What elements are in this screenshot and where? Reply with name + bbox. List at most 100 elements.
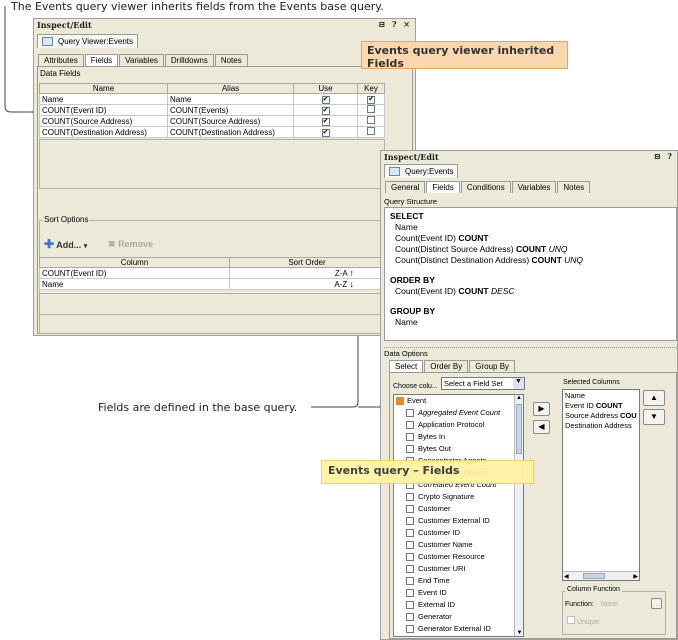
selected-columns-list[interactable]: Name Event ID COUNT Source Address COU D…	[562, 389, 640, 581]
col-sort-column[interactable]: Column	[39, 257, 230, 268]
field-checkbox[interactable]	[406, 433, 414, 442]
window-controls-icon[interactable]: ⊟ ?	[654, 151, 674, 161]
table-row[interactable]: COUNT(Event ID) Z-A ↑	[39, 267, 385, 279]
field-item[interactable]: Customer Name	[406, 539, 523, 551]
col-key[interactable]: Key	[357, 83, 385, 94]
chevron-down-icon[interactable]: ▼	[513, 378, 524, 389]
tab-attributes[interactable]: Attributes	[38, 54, 84, 66]
field-checkbox[interactable]	[406, 601, 414, 610]
tab-fields[interactable]: Fields	[426, 181, 460, 193]
col-alias[interactable]: Alias	[167, 83, 294, 94]
move-down-button[interactable]: ▼	[643, 409, 665, 425]
field-checkbox[interactable]	[406, 589, 414, 598]
subtab-order-by[interactable]: Order By	[424, 360, 469, 372]
tab-drilldowns[interactable]: Drilldowns	[164, 54, 214, 66]
tab-fields[interactable]: Fields	[84, 54, 119, 66]
key-checkbox[interactable]	[367, 105, 375, 113]
table-row[interactable]: COUNT(Destination Address) COUNT(Destina…	[39, 126, 385, 138]
function-picker-button[interactable]: …	[651, 598, 662, 609]
field-checkbox[interactable]	[406, 493, 414, 502]
field-checkbox[interactable]	[406, 565, 414, 574]
scroll-thumb[interactable]	[516, 404, 522, 454]
remove-button[interactable]: ✖ Remove	[108, 239, 153, 250]
query-doc-tab[interactable]: Query:Events	[384, 164, 459, 178]
field-item[interactable]: Customer Resource	[406, 551, 523, 563]
selected-item[interactable]: Destination Address	[565, 421, 637, 431]
scroll-up-icon[interactable]: ▲	[515, 395, 523, 401]
move-up-button[interactable]: ▲	[643, 390, 665, 406]
field-item[interactable]: Customer URI	[406, 563, 523, 575]
cell-name[interactable]: Name	[39, 93, 168, 105]
subtab-group-by[interactable]: Group By	[469, 360, 516, 372]
field-checkbox[interactable]	[406, 553, 414, 562]
unique-checkbox[interactable]	[567, 616, 575, 624]
field-tree-scrollbar[interactable]: ▲ ▼	[514, 395, 523, 636]
use-checkbox[interactable]: ✔	[321, 96, 330, 104]
tab-conditions[interactable]: Conditions	[460, 181, 511, 193]
tree-root[interactable]: Event	[394, 395, 523, 407]
selected-hscrollbar[interactable]: ◀ ▶	[563, 571, 639, 580]
cell-name[interactable]: COUNT(Event ID)	[39, 104, 168, 116]
col-name[interactable]: Name	[39, 83, 168, 94]
unique-option[interactable]: Unique	[567, 616, 599, 626]
function-value[interactable]: None	[601, 601, 618, 608]
field-item[interactable]: Customer ID	[406, 527, 523, 539]
field-item[interactable]: External ID	[406, 599, 523, 611]
cell-name[interactable]: COUNT(Source Address)	[39, 115, 168, 127]
scroll-down-icon[interactable]: ▼	[515, 630, 523, 636]
cell-sort-order[interactable]: A-Z ↓	[229, 278, 385, 290]
field-item[interactable]: Application Protocol	[406, 419, 523, 431]
field-checkbox[interactable]	[406, 577, 414, 586]
table-row[interactable]: Name A-Z ↓	[39, 278, 385, 290]
table-row[interactable]: COUNT(Event ID) COUNT(Events) ✔	[39, 104, 385, 116]
viewer-doc-tab[interactable]: Query Viewer:Events	[37, 34, 138, 48]
tab-variables[interactable]: Variables	[119, 54, 164, 66]
field-item[interactable]: Bytes Out	[406, 443, 523, 455]
field-checkbox[interactable]	[406, 529, 414, 538]
cell-sort-column[interactable]: COUNT(Event ID)	[39, 267, 230, 279]
key-checkbox[interactable]	[367, 127, 375, 135]
key-checkbox[interactable]: ✔	[367, 96, 375, 104]
field-checkbox[interactable]	[406, 613, 414, 622]
field-item[interactable]: Customer	[406, 503, 523, 515]
field-item[interactable]: Crypto Signature	[406, 491, 523, 503]
field-item[interactable]: Generator External ID	[406, 623, 523, 635]
field-checkbox[interactable]	[406, 505, 414, 514]
scroll-left-icon[interactable]: ◀	[564, 572, 569, 580]
field-checkbox[interactable]	[406, 421, 414, 430]
field-set-select[interactable]: Select a Field Set ▼	[441, 377, 525, 390]
use-checkbox[interactable]: ✔	[321, 118, 330, 126]
col-sort-order[interactable]: Sort Order	[229, 257, 385, 268]
cell-alias[interactable]: COUNT(Events)	[167, 104, 294, 116]
use-checkbox[interactable]: ✔	[321, 107, 330, 115]
field-item[interactable]: End Time	[406, 575, 523, 587]
scroll-right-icon[interactable]: ▶	[633, 572, 638, 580]
field-checkbox[interactable]	[406, 409, 414, 418]
use-checkbox[interactable]: ✔	[321, 129, 330, 137]
subtab-select[interactable]: Select	[389, 360, 424, 372]
field-checkbox[interactable]	[406, 517, 414, 526]
move-right-button[interactable]: ▶	[533, 402, 550, 416]
key-checkbox[interactable]	[367, 116, 375, 124]
tab-variables[interactable]: Variables	[511, 181, 557, 193]
cell-alias[interactable]: COUNT(Source Address)	[167, 115, 294, 127]
table-row[interactable]: Name Name ✔ ✔	[39, 93, 385, 105]
selected-item[interactable]: Source Address COU	[565, 411, 637, 421]
cell-alias[interactable]: COUNT(Destination Address)	[167, 126, 294, 138]
window-controls-icon[interactable]: ⊟ ? ×	[378, 19, 412, 29]
field-checkbox[interactable]	[406, 541, 414, 550]
move-left-button[interactable]: ◀	[533, 420, 550, 434]
field-item[interactable]: Bytes In	[406, 431, 523, 443]
field-checkbox[interactable]	[406, 445, 414, 454]
field-item[interactable]: Generator	[406, 611, 523, 623]
selected-item[interactable]: Event ID COUNT	[565, 401, 637, 411]
col-use[interactable]: Use	[293, 83, 358, 94]
field-item[interactable]: Aggregated Event Count	[406, 407, 523, 419]
table-row[interactable]: COUNT(Source Address) COUNT(Source Addre…	[39, 115, 385, 127]
field-item[interactable]: Customer External ID	[406, 515, 523, 527]
cell-sort-order[interactable]: Z-A ↑	[229, 267, 385, 279]
cell-alias[interactable]: Name	[167, 93, 294, 105]
tab-general[interactable]: General	[385, 181, 426, 193]
tab-notes[interactable]: Notes	[214, 54, 248, 66]
cell-name[interactable]: COUNT(Destination Address)	[39, 126, 168, 138]
